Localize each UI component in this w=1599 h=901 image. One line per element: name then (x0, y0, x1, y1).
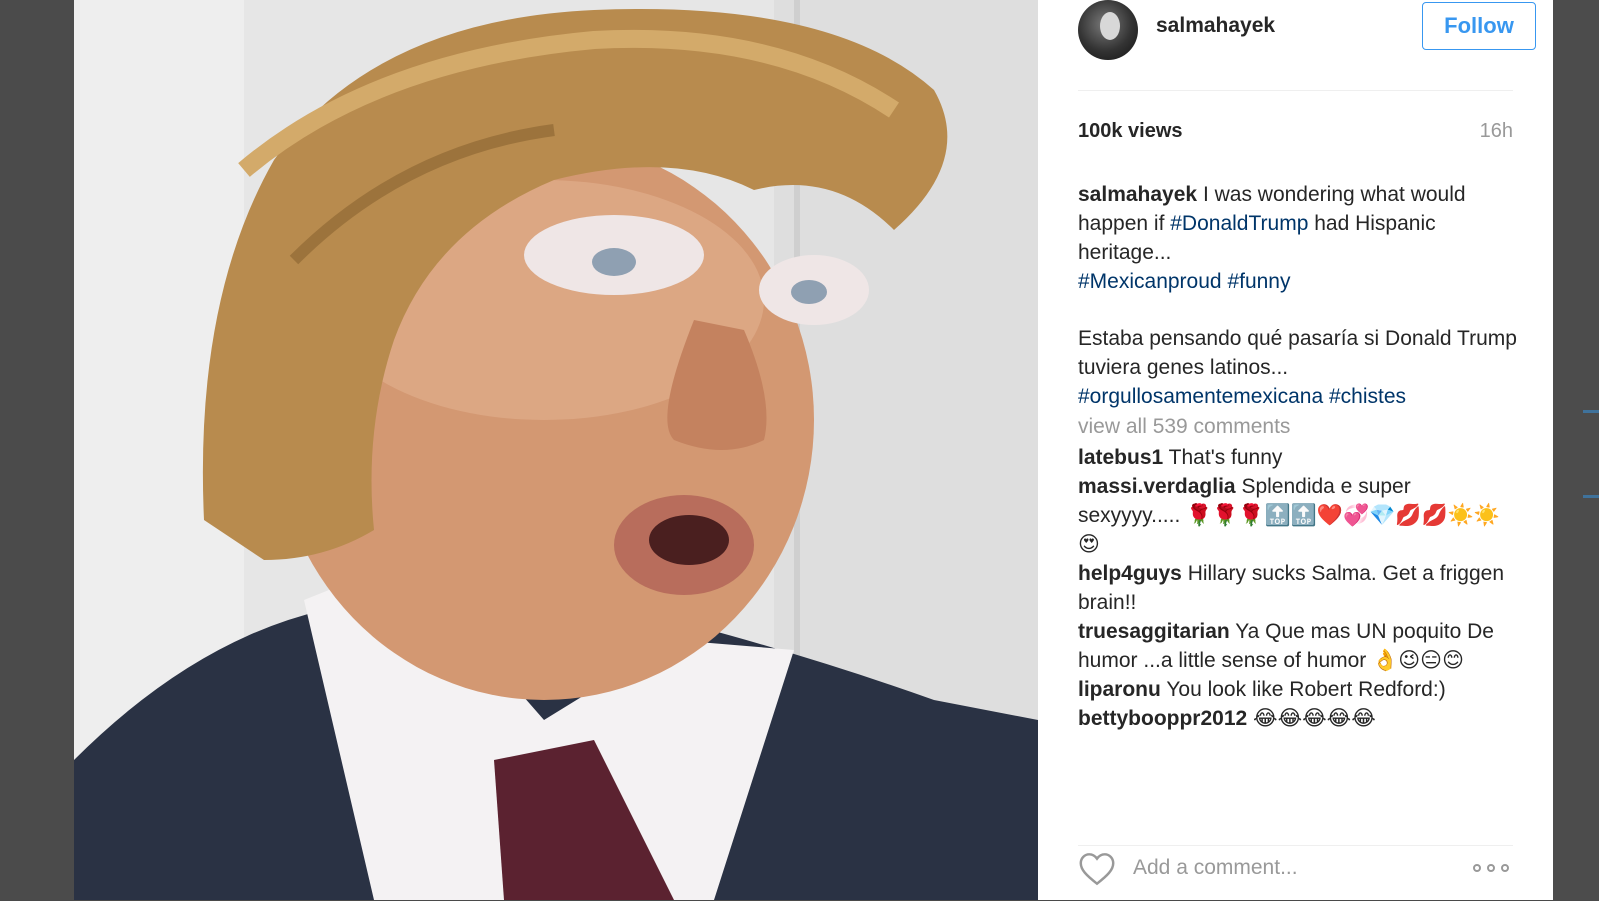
post-header: salmahayek Follow (1078, 0, 1536, 91)
left-background (0, 0, 74, 900)
comment-username[interactable]: help4guys (1078, 562, 1182, 585)
follow-button[interactable]: Follow (1422, 2, 1536, 50)
view-count: 100k views (1078, 120, 1183, 142)
post-media[interactable] (74, 0, 1038, 900)
hashtag-orgullosamentemexicana[interactable]: #orgullosamentemexicana (1078, 385, 1323, 408)
more-options-icon[interactable] (1473, 854, 1513, 884)
video-frame-image (74, 0, 1038, 900)
hashtag-mexicanproud[interactable]: #Mexicanproud (1078, 270, 1222, 293)
comments-list: salmahayek I was wondering what would ha… (1078, 180, 1518, 733)
view-all-comments-link[interactable]: view all 539 comments (1078, 411, 1518, 443)
comment: latebus1 That's funny (1078, 443, 1518, 472)
comment-text: That's funny (1168, 446, 1283, 469)
add-comment-input[interactable] (1133, 848, 1433, 888)
comment: bettybooppr2012 😂😂😂😂😂 (1078, 704, 1518, 733)
right-background (1553, 0, 1599, 900)
hashtag-funny[interactable]: #funny (1227, 270, 1290, 293)
comment-username[interactable]: bettybooppr2012 (1078, 707, 1247, 730)
caption-username[interactable]: salmahayek (1078, 183, 1197, 206)
caption-spanish-text: Estaba pensando qué pasaría si Donald Tr… (1078, 327, 1517, 379)
comment: liparonu You look like Robert Redford:) (1078, 675, 1518, 704)
caption-spanish: Estaba pensando qué pasaría si Donald Tr… (1078, 324, 1518, 411)
comment-text: You look like Robert Redford:) (1166, 678, 1446, 701)
author-username[interactable]: salmahayek (1156, 14, 1275, 38)
avatar[interactable] (1078, 0, 1138, 60)
comment-username[interactable]: liparonu (1078, 678, 1161, 701)
comment-username[interactable]: latebus1 (1078, 446, 1163, 469)
comment-text: 😂😂😂😂😂 (1253, 707, 1376, 730)
hashtag-chistes[interactable]: #chistes (1329, 385, 1406, 408)
heart-icon[interactable] (1078, 852, 1116, 886)
caption: salmahayek I was wondering what would ha… (1078, 180, 1518, 296)
post-details-panel: salmahayek Follow 100k views 16h salmaha… (1038, 0, 1553, 900)
post-timestamp[interactable]: 16h (1480, 120, 1513, 143)
comment: massi.verdaglia Splendida e super sexyyy… (1078, 472, 1518, 559)
comment-username[interactable]: massi.verdaglia (1078, 475, 1236, 498)
comment: truesaggitarian Ya Que mas UN poquito De… (1078, 617, 1518, 675)
post-meta: 100k views 16h (1078, 120, 1513, 150)
comment: help4guys Hillary sucks Salma. Get a fri… (1078, 559, 1518, 617)
hashtag-donaldtrump[interactable]: #DonaldTrump (1170, 212, 1308, 235)
comment-action-bar (1078, 845, 1513, 901)
comment-username[interactable]: truesaggitarian (1078, 620, 1230, 643)
